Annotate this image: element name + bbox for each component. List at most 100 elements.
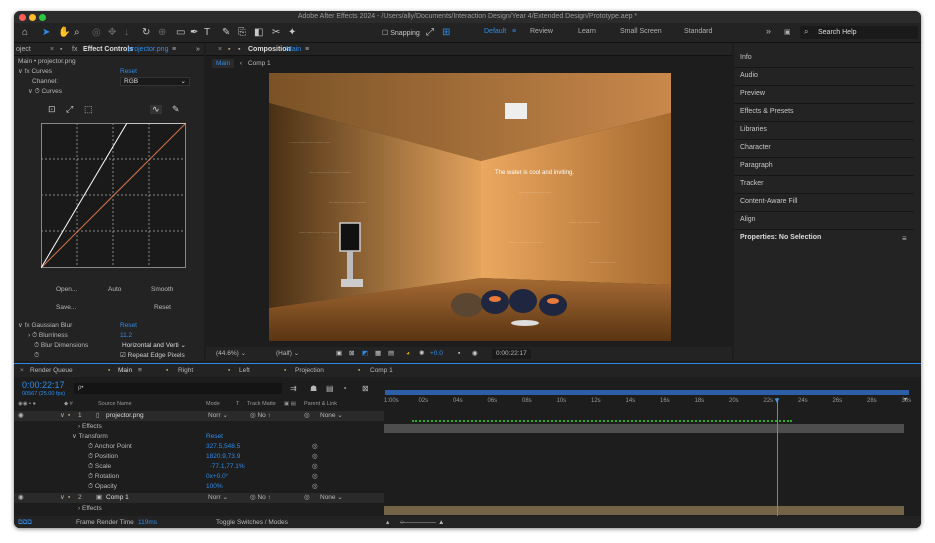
region-icon[interactable]: ▣ <box>336 347 342 361</box>
layer-row-1[interactable]: ◉ ∨ ▪ 1 ▯ projector.png Norr ⌄ ◎ No ↑ ◎ … <box>14 411 384 421</box>
curves-property-row[interactable]: ∨ ⏱ Curves <box>28 87 62 96</box>
stopwatch-icon[interactable]: ⏱ <box>34 351 39 360</box>
track-matte-select[interactable]: ◎ No ↑ <box>250 493 271 503</box>
layer-name[interactable]: Comp 1 <box>106 493 129 503</box>
brush-tool-icon[interactable]: ✎ <box>222 27 230 39</box>
expression-pickwhip-icon[interactable]: ◎ <box>312 462 318 472</box>
col-source-name[interactable]: Source Name <box>98 399 132 409</box>
zoom-in-icon[interactable]: ▲ <box>438 516 444 528</box>
workspace-review[interactable]: Review <box>530 28 553 35</box>
panel-paragraph[interactable]: Paragraph <box>740 162 773 169</box>
curves-effect-row[interactable]: ∨ fx Curves <box>18 67 52 76</box>
curves-graph[interactable] <box>41 123 186 268</box>
selection-tool-icon[interactable]: ➤ <box>42 27 50 39</box>
breadcrumb-comp1[interactable]: Comp 1 <box>248 60 271 67</box>
zoom-window-button[interactable] <box>39 14 46 21</box>
clone-tool-icon[interactable]: ⎘ <box>238 27 246 39</box>
composition-viewer[interactable]: ~ ~~~ ~~~~~ ~~~ ~~~~~~ ~~~ ~~~ ~~~~~~ ~~… <box>269 73 671 341</box>
expression-pickwhip-icon[interactable]: ◎ <box>312 472 318 482</box>
tab-render-queue[interactable]: Render Queue <box>30 364 73 377</box>
panel-libraries[interactable]: Libraries <box>740 126 767 133</box>
blur-reset-link[interactable]: Reset <box>120 321 137 330</box>
close-window-button[interactable] <box>19 14 26 21</box>
shy-layers-icon[interactable]: ☗ <box>310 384 317 393</box>
roto-tool-icon[interactable]: ✂ <box>272 27 280 39</box>
prop-opacity[interactable]: ⏱ Opacity 100% ◎ <box>14 482 384 492</box>
gaussian-blur-row[interactable]: ∨ fx Gaussian Blur <box>18 321 72 330</box>
curves-auto-button[interactable]: Auto <box>108 285 121 294</box>
playhead-marker-icon[interactable]: ▼ <box>773 396 781 405</box>
effect-controls-tab[interactable]: Effect Controls <box>83 43 133 56</box>
expression-pickwhip-icon[interactable]: ◎ <box>312 442 318 452</box>
pencil-mode-icon[interactable]: ✎ <box>172 105 180 114</box>
eraser-tool-icon[interactable]: ◧ <box>254 27 263 39</box>
search-help-field[interactable]: ⌕ Search Help <box>800 26 918 39</box>
show-snapshot-icon[interactable]: ◉ <box>472 347 478 361</box>
mask-visibility-icon[interactable]: ◩ <box>362 347 368 361</box>
zoom-select[interactable]: (44.6%) ⌄ <box>216 347 246 361</box>
parent-select[interactable]: None ⌄ <box>320 411 343 421</box>
col-parent[interactable]: Parent & Link <box>304 399 337 409</box>
curves-reset-link[interactable]: Reset <box>120 67 137 76</box>
color-management-icon[interactable]: ◕ <box>406 347 410 361</box>
expression-pickwhip-icon[interactable]: ◎ <box>312 452 318 462</box>
parent-pickwhip-icon[interactable]: ◎ <box>304 493 310 503</box>
layer-label-color[interactable]: ▪ <box>68 411 70 421</box>
minimize-window-button[interactable] <box>29 14 36 21</box>
orbit-tool-icon[interactable]: ◎ <box>92 27 101 39</box>
exposure-reset-icon[interactable]: ✺ <box>419 347 424 361</box>
timeline-tracks[interactable]: 1:00s 02s 04s 06s 08s 10s 12s 14s 16s 18s 20s 22s 24… <box>384 390 914 516</box>
track-bar-comp1[interactable] <box>384 506 904 515</box>
time-ruler[interactable]: 1:00s 02s 04s 06s 08s 10s 12s 14s 16s 18s 20s 22s 24… <box>384 398 914 408</box>
col-mode[interactable]: Mode <box>206 399 220 409</box>
motion-blur-icon[interactable]: ◔ <box>342 384 347 393</box>
guides-icon[interactable]: ▦ <box>375 347 381 361</box>
panel-effects-presets[interactable]: Effects & Presets <box>740 108 794 115</box>
workspace-standard[interactable]: Standard <box>684 28 712 35</box>
layer-expand-icon[interactable]: ∨ <box>60 493 65 503</box>
more-workspaces-icon[interactable]: » <box>766 26 771 36</box>
rotation-value[interactable]: 0x+0.0° <box>206 472 228 482</box>
panel-align[interactable]: Align <box>740 216 756 223</box>
anchor-point-value[interactable]: 327.5,548.5 <box>206 442 240 452</box>
composition-tab[interactable]: Composition <box>248 43 291 56</box>
tab-main[interactable]: Main <box>118 364 132 377</box>
transparency-grid-icon[interactable]: ⊠ <box>349 347 354 361</box>
home-icon[interactable]: ⌂ <box>22 27 28 39</box>
eye-icon[interactable]: ◉ <box>18 411 24 421</box>
exposure-value[interactable]: +0.0 <box>430 347 443 361</box>
curves-smooth-button[interactable]: Smooth <box>151 285 173 294</box>
panel-character[interactable]: Character <box>740 144 771 151</box>
snap-option-icon[interactable]: ⤢ <box>426 27 434 39</box>
prop-scale[interactable]: ⏱ Scale ∙77.1,77.1% ◎ <box>14 462 384 472</box>
tab-comp1[interactable]: Comp 1 <box>370 364 393 377</box>
footer-toggle-icons[interactable]: ⧉⧉⧉ <box>18 516 32 528</box>
prop-anchor-point[interactable]: ⏱ Anchor Point 327.5,548.5 ◎ <box>14 442 384 452</box>
eye-icon[interactable]: ◉ <box>18 493 24 503</box>
properties-menu-icon[interactable]: ≡ <box>902 234 907 243</box>
workspace-menu-icon[interactable]: ≡ <box>512 28 516 35</box>
breadcrumb-main[interactable]: Main <box>212 59 235 68</box>
project-tab[interactable]: oject <box>16 43 31 56</box>
track-matte-select[interactable]: ◎ No ↑ <box>250 411 271 421</box>
panel-preview[interactable]: Preview <box>740 90 765 97</box>
tab-projection[interactable]: Projection <box>295 364 324 377</box>
workspace-default[interactable]: Default <box>484 28 506 35</box>
rectangle-tool-icon[interactable]: ▭ <box>176 27 185 39</box>
frame-blend-icon[interactable]: ▤ <box>326 384 334 393</box>
channel-icon[interactable]: ▤ <box>388 347 394 361</box>
curve-expand-icon[interactable]: ⤢ <box>66 105 73 114</box>
curve-reset-icon[interactable]: ⬚ <box>84 105 93 114</box>
workspace-toggle-icon[interactable]: ▣ <box>784 28 791 36</box>
type-tool-icon[interactable]: T <box>204 27 210 39</box>
parent-select[interactable]: None ⌄ <box>320 493 343 503</box>
dolly-tool-icon[interactable]: ↓ <box>124 27 129 39</box>
prop-position[interactable]: ⏱ Position 1820.9,73.9 ◎ <box>14 452 384 462</box>
comp-button-icon[interactable]: ▾ <box>904 396 907 403</box>
track-bar-projector[interactable] <box>384 424 904 433</box>
curves-open-button[interactable]: Open... <box>56 285 77 294</box>
graph-editor-icon[interactable]: ⊠ <box>362 384 369 393</box>
col-t[interactable]: T <box>236 399 239 409</box>
panel-tracker[interactable]: Tracker <box>740 180 763 187</box>
tab-left[interactable]: Left <box>239 364 250 377</box>
